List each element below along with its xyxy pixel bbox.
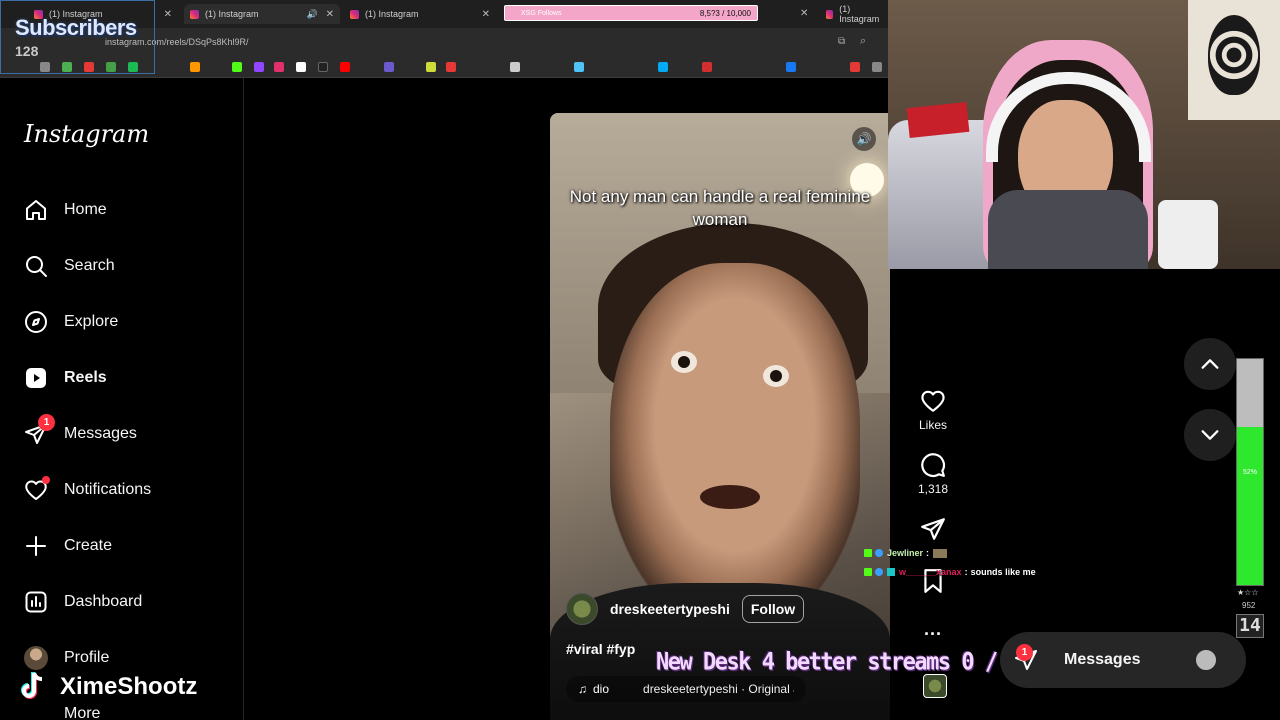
avatar [24,646,48,670]
messages-pill[interactable]: 1 Messages [1000,632,1246,688]
bookmark-icon[interactable] [510,62,520,72]
next-reel-button[interactable] [1184,409,1236,461]
home-icon [24,198,48,222]
zoom-icon[interactable]: ⌕ [860,35,866,48]
tiktok-icon [21,672,43,699]
chat-message: Jewliner : [864,548,948,558]
bookmark-icon[interactable] [384,62,394,72]
desk-goal-overlay: New Desk 4 better streams 0 / 85 [656,648,1033,677]
kick-icon[interactable] [232,62,242,72]
chat-badge-icon [875,568,883,576]
browser-tab-active[interactable]: (1) Instagram 🔊 ✕ [184,4,340,24]
previous-reel-button[interactable] [1184,338,1236,390]
chevron-up-icon [1201,359,1219,369]
compass-icon [24,310,48,334]
tiktok-icon[interactable] [318,62,328,72]
chevron-down-icon [1201,430,1219,440]
sidebar-item-dashboard[interactable]: Dashboard [24,584,142,620]
meter-number: 14 [1236,614,1264,638]
subscribers-overlay: Subscribers 128 [0,0,155,74]
youtube-icon[interactable] [340,62,350,72]
sidebar-item-messages[interactable]: 1 Messages [24,414,137,452]
sidebar-item-explore[interactable]: Explore [24,304,118,340]
messenger-icon: 1 [24,414,55,446]
follow-goal-bar: XSG Follows 8,5?3 / 10,000 [504,5,758,21]
folder-icon[interactable] [872,62,882,72]
cast-icon[interactable]: ⧉ [838,36,845,47]
bookmark-icon[interactable] [446,62,456,72]
music-note-icon: ♫ [578,682,587,696]
meter-count: 952 [1242,601,1256,610]
shooting-target-poster [1188,0,1280,120]
reel-author: dreskeetertypeshi Follow [566,593,805,625]
browser-tab[interactable]: (1) Instagram ✕ [344,4,496,24]
sidebar-item-notifications[interactable]: Notifications [24,472,151,508]
chat-message: w______xanax : sounds like me [864,567,1036,577]
close-tab-icon[interactable]: ✕ [164,9,172,20]
author-username[interactable]: dreskeetertypeshi [610,601,730,617]
messages-badge: 1 [38,414,55,431]
instagram-logo[interactable]: Instagram [24,120,149,148]
bookmark-icon[interactable] [190,62,200,72]
notification-dot [42,476,50,484]
close-tab-icon[interactable]: ✕ [326,9,334,20]
meter-fill [1237,426,1263,585]
reel-hashtags[interactable]: #viral #fyp [566,641,635,657]
video-caption-overlay: Not any man can handle a real feminine w… [569,187,871,229]
chat-badge-icon [887,568,895,576]
instagram-favicon-icon [350,9,359,19]
sidebar-item-search[interactable]: Search [24,248,115,284]
emote-icon [933,548,948,558]
dashboard-icon [24,590,48,614]
volume-icon[interactable]: 🔊 [852,127,876,151]
speaker-icon[interactable]: 🔊 [307,9,318,20]
heart-icon [24,476,50,502]
instagram-sidebar: Instagram Home Search Explore Reels 1 Me… [0,78,244,720]
more-options-icon[interactable]: ··· [903,624,963,645]
reel-video[interactable]: Not any man can handle a real feminine w… [550,113,890,720]
share-button[interactable] [903,516,963,546]
twitch-icon[interactable] [254,62,264,72]
bookmark-icon[interactable] [426,62,436,72]
reel-audio[interactable]: ♫ dio dreskeetertypeshi · Original au [566,676,806,702]
facebook-icon[interactable] [786,62,796,72]
meter-stars: ★☆☆ [1237,588,1259,597]
bookmark-icon[interactable] [702,62,712,72]
tiktok-handle-overlay: XimeShootz [14,669,197,705]
sidebar-item-home[interactable]: Home [24,192,107,228]
webcam-overlay [888,0,1280,269]
close-tab-icon[interactable]: ✕ [800,8,808,19]
instagram-favicon-icon [190,9,199,19]
audio-thumbnail[interactable] [923,674,947,698]
x-icon[interactable] [296,62,306,72]
author-avatar[interactable] [566,593,598,625]
chat-badge-icon [875,549,883,557]
instagram-favicon-icon [826,9,834,19]
browser-tab[interactable]: (1) Instagram [820,4,888,24]
video-person [610,263,860,623]
sidebar-item-reels[interactable]: Reels [24,360,107,396]
share-icon [921,518,945,540]
close-tab-icon[interactable]: ✕ [482,9,490,20]
stream-goal-meter: 52% [1236,358,1264,586]
messages-badge: 1 [1016,644,1033,661]
instagram-icon[interactable] [274,62,284,72]
comment-icon [921,453,946,478]
bookmark-icon[interactable] [850,62,860,72]
bookmark-icon[interactable] [574,62,584,72]
bookmark-icon[interactable] [658,62,668,72]
like-button[interactable]: Likes [903,388,963,432]
reels-icon [24,366,48,390]
plus-icon [24,534,48,558]
comment-button[interactable]: 1,318 [903,452,963,496]
avatar [1194,648,1218,672]
search-icon [24,254,48,278]
kick-badge-icon [864,549,872,557]
kick-badge-icon [864,568,872,576]
heart-icon [921,390,945,412]
sidebar-item-create[interactable]: Create [24,528,112,564]
follow-button[interactable]: Follow [741,595,805,623]
